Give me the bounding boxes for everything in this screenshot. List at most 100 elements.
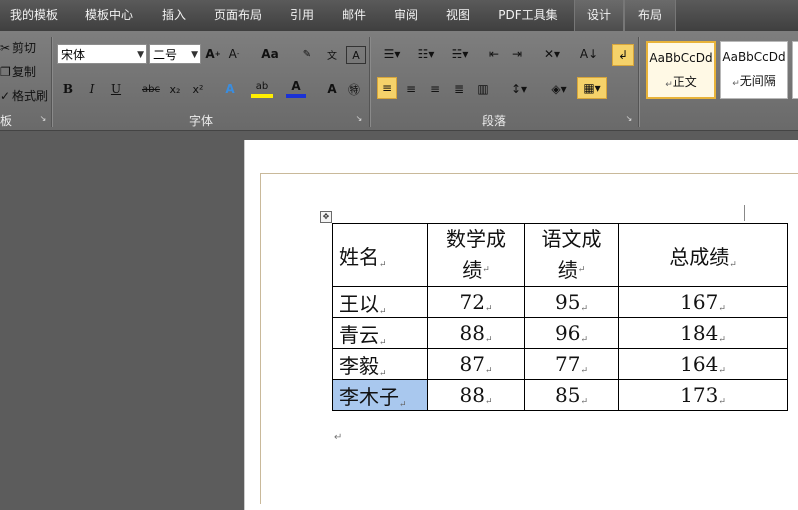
format-painter-button[interactable]: ✓ 格式刷 [0,87,48,104]
style-name: ↵正文 [665,75,697,90]
change-case-button[interactable]: Aa [257,43,283,65]
cell-total[interactable]: 164↵ [618,348,788,380]
header-cell-name[interactable]: 姓名↵ [332,223,428,287]
cell-chinese[interactable]: 95↵ [524,286,619,318]
style-sample: AaBbCcDd [722,50,786,64]
italic-button[interactable]: I [84,78,100,100]
cell-chinese[interactable]: 85↵ [524,379,619,411]
font-group-label: 字体 [189,114,214,128]
cell-total[interactable]: 173↵ [618,379,788,411]
score-table[interactable]: 姓名↵ 数学成 绩↵ 语文成 绩↵ 总成绩↵ 王以↵ 72↵ 95↵ 167↵ 青云… [332,223,788,411]
tab-design[interactable]: 设计 [574,0,624,31]
tab-pdf-tools[interactable]: PDF工具集 [488,0,568,31]
align-center-button[interactable]: ≡ [401,78,421,100]
superscript-button[interactable]: x² [189,78,207,100]
paragraph-mark: ↵ [334,432,343,443]
table-move-handle-icon[interactable]: ✥ [320,211,332,223]
header-cell-chinese[interactable]: 语文成 绩↵ [524,223,619,287]
tab-template-center[interactable]: 模板中心 [74,0,144,31]
cell-name[interactable]: 青云↵ [332,317,428,349]
decrease-indent-button[interactable]: ⇤ [485,43,503,65]
numbering-button[interactable]: ☷▾ [411,43,441,65]
cell-name-selected[interactable]: 李木子↵ [332,379,428,411]
clipboard-launcher-icon[interactable]: ↘ [38,112,48,124]
align-left-button[interactable]: ≡ [377,77,397,99]
strikethrough-button[interactable]: abc [140,78,162,100]
align-right-button[interactable]: ≡ [425,78,445,100]
tab-mailings[interactable]: 邮件 [332,0,376,31]
borders-button[interactable]: ▦▾ [577,77,607,99]
cut-button[interactable]: ✂ 剪切 [0,39,36,56]
tab-layout[interactable]: 布局 [624,0,676,31]
cell-name[interactable]: 王以↵ [332,286,428,318]
bullets-button[interactable]: ☰▾ [377,43,407,65]
paragraph-launcher-icon[interactable]: ↘ [624,112,634,124]
justify-button[interactable]: ≣ [449,78,469,100]
tab-view[interactable]: 视图 [436,0,480,31]
font-size-value: 二号 [153,48,178,62]
shading-button[interactable]: ◈▾ [545,78,573,100]
paragraph-group-label: 段落 [482,114,507,128]
font-launcher-icon[interactable]: ↘ [354,112,364,124]
tab-page-layout[interactable]: 页面布局 [204,0,272,31]
style-next-partial[interactable] [792,41,798,99]
chevron-down-icon: ▼ [137,50,144,60]
cell-name[interactable]: 李毅↵ [332,348,428,380]
tab-references[interactable]: 引用 [280,0,324,31]
header-cell-total[interactable]: 总成绩↵ [618,223,788,287]
sort-button[interactable]: A↓ [578,43,600,65]
line-spacing-button[interactable]: ↕▾ [505,78,533,100]
tab-my-templates[interactable]: 我的模板 [0,0,68,31]
cell-math[interactable]: 87↵ [427,348,525,380]
style-no-spacing[interactable]: AaBbCcDd ↵无间隔 [720,41,788,99]
highlight-color-button[interactable]: ab [251,78,273,98]
chevron-down-icon: ▼ [191,50,198,60]
increase-indent-button[interactable]: ⇥ [508,43,526,65]
scissors-icon: ✂ [0,41,11,55]
underline-button[interactable]: U [108,78,124,100]
format-painter-label: 格式刷 [12,89,49,103]
multilevel-list-button[interactable]: ☵▾ [445,43,475,65]
copy-button[interactable]: ❐复制 [0,63,36,80]
cell-chinese[interactable]: 77↵ [524,348,619,380]
cell-math[interactable]: 72↵ [427,286,525,318]
header-cell-math[interactable]: 数学成 绩↵ [427,223,525,287]
font-size-combo[interactable]: 二号 ▼ [149,44,201,64]
subscript-button[interactable]: x₂ [166,78,184,100]
cell-total[interactable]: 167↵ [618,286,788,318]
divider [369,37,371,127]
workspace-background [0,131,798,139]
bold-button[interactable]: B [60,78,76,100]
style-normal[interactable]: AaBbCcDd ↵正文 [646,41,716,99]
ribbon-tab-bar: 我的模板 模板中心 插入 页面布局 引用 邮件 审阅 视图 PDF工具集 设计 … [0,0,798,31]
table-row: 王以↵ 72↵ 95↵ 167↵ [332,286,788,318]
distributed-button[interactable]: ▥ [473,78,493,100]
chinese-layout-button[interactable]: ✕▾ [538,43,566,65]
cut-label: 剪切 [12,41,37,55]
font-color-button[interactable]: A [286,78,306,98]
crop-mark [260,173,798,174]
cell-math[interactable]: 88↵ [427,317,525,349]
phonetic-guide-icon[interactable]: 文 [322,43,342,65]
enclose-char-button[interactable]: ㊕ [345,78,363,100]
table-row: 青云↵ 88↵ 96↵ 184↵ [332,317,788,349]
checkmark-icon: ✓ [0,89,11,103]
grow-font-button[interactable]: A + [205,43,221,65]
text-effects-button[interactable]: A [220,78,240,100]
cell-chinese[interactable]: 96↵ [524,317,619,349]
show-marks-button[interactable]: ↲ [612,44,634,66]
cell-math[interactable]: 88↵ [427,379,525,411]
copy-icon: ❐ [0,65,11,79]
style-sample: AaBbCcDd [649,51,713,65]
crop-mark [260,173,261,504]
char-border-icon[interactable]: A [346,46,366,64]
clear-format-icon[interactable]: ✎ [297,43,317,65]
tab-insert[interactable]: 插入 [152,0,196,31]
shrink-font-button[interactable]: A- [226,43,242,65]
cell-total[interactable]: 184↵ [618,317,788,349]
char-shading-button[interactable]: A [323,78,341,100]
ribbon: ✂ 剪切 ❐复制 ✓ 格式刷 板 ↘ 宋体 ▼ 二号 ▼ A + A- Aa ✎ 文 A … [0,31,798,131]
tab-review[interactable]: 审阅 [384,0,428,31]
font-name-combo[interactable]: 宋体 ▼ [57,44,147,64]
style-name: ↵无间隔 [732,74,776,89]
